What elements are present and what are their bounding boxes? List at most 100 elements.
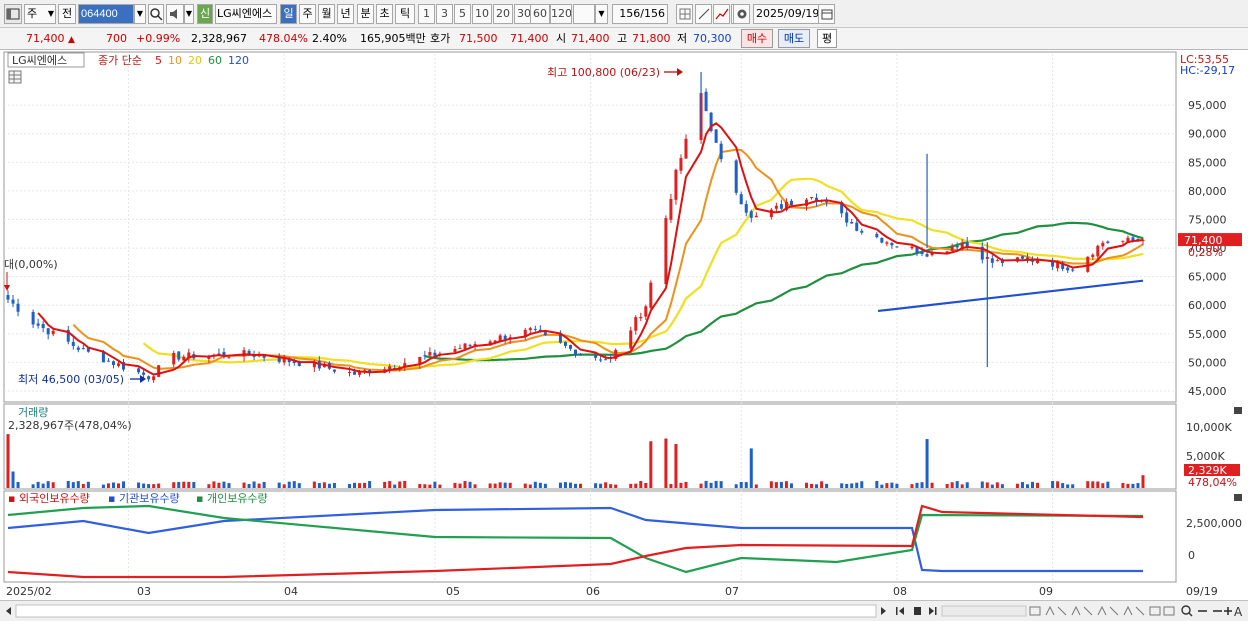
gear-icon[interactable] bbox=[733, 4, 750, 24]
interval-3-button[interactable]: 3 bbox=[436, 4, 453, 24]
volume-bar bbox=[719, 481, 723, 488]
count-display[interactable]: 156/156 bbox=[612, 4, 668, 24]
view-toggle-icon[interactable] bbox=[1029, 606, 1041, 616]
holdings-legend-institution: ▪ 기관보유수량 bbox=[108, 492, 180, 505]
search-icon[interactable] bbox=[148, 4, 164, 24]
x-label-2025-02: 2025/02 bbox=[6, 585, 52, 598]
candle-body bbox=[860, 230, 864, 233]
volume-bar bbox=[885, 483, 889, 488]
candle-body bbox=[71, 341, 75, 346]
high-annotation: 최고 100,800 (06/23) bbox=[547, 66, 660, 79]
volume-bar bbox=[498, 482, 502, 488]
interval-dropdown-button[interactable]: ▼ bbox=[595, 4, 608, 24]
draw-tool-icon[interactable] bbox=[695, 4, 712, 24]
last-page-icon[interactable] bbox=[929, 607, 937, 615]
volume-bar bbox=[784, 481, 788, 488]
volume-bar bbox=[76, 481, 80, 488]
volume-bar bbox=[488, 483, 492, 488]
volume-bar bbox=[503, 482, 507, 488]
interval-120-button[interactable]: 120 bbox=[550, 4, 572, 24]
zoom-search-icon[interactable] bbox=[1181, 605, 1193, 617]
candle-body bbox=[604, 359, 608, 361]
volume-bar bbox=[1020, 482, 1024, 488]
auto-scale-icon[interactable]: A bbox=[1234, 605, 1243, 619]
fib-tool-icon[interactable] bbox=[1071, 605, 1093, 616]
chart-icon[interactable] bbox=[713, 4, 730, 24]
volume-bar bbox=[247, 483, 251, 488]
interval-1-button[interactable]: 1 bbox=[418, 4, 435, 24]
prev-button[interactable]: 전 bbox=[58, 4, 76, 24]
up-triangle-icon: ▲ bbox=[68, 35, 75, 45]
volume-panel-close-icon[interactable] bbox=[1234, 407, 1242, 414]
scroll-track[interactable] bbox=[15, 604, 877, 618]
candle-body bbox=[503, 335, 507, 340]
zoom-track[interactable] bbox=[941, 605, 1027, 617]
period-month-button[interactable]: 월 bbox=[318, 4, 335, 24]
volume-bar bbox=[739, 481, 743, 488]
volume-bar bbox=[774, 482, 778, 488]
volume-bar bbox=[393, 484, 397, 488]
copy-icon[interactable] bbox=[1163, 606, 1175, 616]
candle-body bbox=[332, 369, 336, 372]
scroll-right-icon[interactable] bbox=[881, 607, 886, 615]
holdings-panel bbox=[3, 490, 1177, 583]
speaker-icon[interactable] bbox=[166, 4, 184, 24]
grid-toggle-icon[interactable] bbox=[676, 4, 693, 24]
stop-icon[interactable] bbox=[914, 607, 921, 615]
zoom-in-icon[interactable] bbox=[1224, 607, 1232, 615]
volume-bar bbox=[453, 482, 457, 488]
volume-bar bbox=[16, 482, 20, 488]
window-icon[interactable] bbox=[4, 4, 22, 24]
candle-body bbox=[458, 348, 462, 350]
volume-bar bbox=[332, 482, 336, 488]
table-icon[interactable] bbox=[8, 70, 22, 84]
date-input[interactable]: 2025/09/19 bbox=[753, 4, 819, 24]
y-tick-label: 60,000 bbox=[1188, 299, 1227, 312]
volume-bar bbox=[850, 483, 854, 488]
interval-5-button[interactable]: 5 bbox=[454, 4, 471, 24]
first-page-icon[interactable] bbox=[896, 607, 904, 615]
average-button[interactable]: 평 bbox=[817, 29, 837, 48]
buy-button[interactable]: 매수 bbox=[741, 29, 773, 48]
trend-tool-icon[interactable] bbox=[1123, 605, 1145, 616]
interval-20-button[interactable]: 20 bbox=[493, 4, 513, 24]
chart-type-select[interactable]: 주 ▼ bbox=[24, 4, 56, 24]
holdings-panel-close-icon[interactable] bbox=[1234, 494, 1242, 501]
candle-body bbox=[925, 254, 929, 257]
volume-bar bbox=[649, 441, 653, 488]
candle-body bbox=[16, 303, 20, 312]
candle-body bbox=[995, 260, 999, 262]
candle-body bbox=[453, 348, 457, 352]
interval-input[interactable] bbox=[573, 4, 595, 24]
channel-tool-icon[interactable] bbox=[1097, 605, 1119, 616]
volume-bar bbox=[81, 483, 85, 488]
bottom-scrollbar[interactable]: A bbox=[0, 600, 1248, 621]
period-year-button[interactable]: 년 bbox=[337, 4, 354, 24]
volume-bar bbox=[955, 481, 959, 488]
candle-body bbox=[679, 158, 683, 171]
volume-bar bbox=[754, 484, 758, 488]
candle-body bbox=[704, 91, 708, 112]
speaker-dropdown-button[interactable]: ▼ bbox=[184, 4, 194, 24]
volume-bar bbox=[428, 484, 432, 488]
candle-body bbox=[714, 129, 718, 143]
candle-body bbox=[789, 200, 793, 205]
volume-bar bbox=[207, 484, 211, 488]
line-tool-icon[interactable] bbox=[1045, 605, 1067, 616]
interval-10-button[interactable]: 10 bbox=[472, 4, 492, 24]
calendar-icon[interactable] bbox=[818, 4, 835, 24]
period-day-button[interactable]: 일 bbox=[280, 4, 297, 24]
rect-tool-icon[interactable] bbox=[1149, 606, 1161, 616]
period-minute-button[interactable]: 분 bbox=[357, 4, 374, 24]
interval-60-button[interactable]: 60 bbox=[530, 4, 550, 24]
candle-body bbox=[669, 198, 673, 220]
volume-bar bbox=[769, 481, 773, 488]
period-second-button[interactable]: 초 bbox=[376, 4, 393, 24]
volume-bar bbox=[990, 484, 994, 488]
period-week-button[interactable]: 주 bbox=[299, 4, 316, 24]
period-tick-button[interactable]: 틱 bbox=[395, 4, 415, 24]
sell-button[interactable]: 매도 bbox=[778, 29, 810, 48]
scroll-left-icon[interactable] bbox=[6, 607, 11, 615]
stock-code-input[interactable] bbox=[78, 4, 134, 24]
code-dropdown-button[interactable]: ▼ bbox=[134, 4, 146, 24]
